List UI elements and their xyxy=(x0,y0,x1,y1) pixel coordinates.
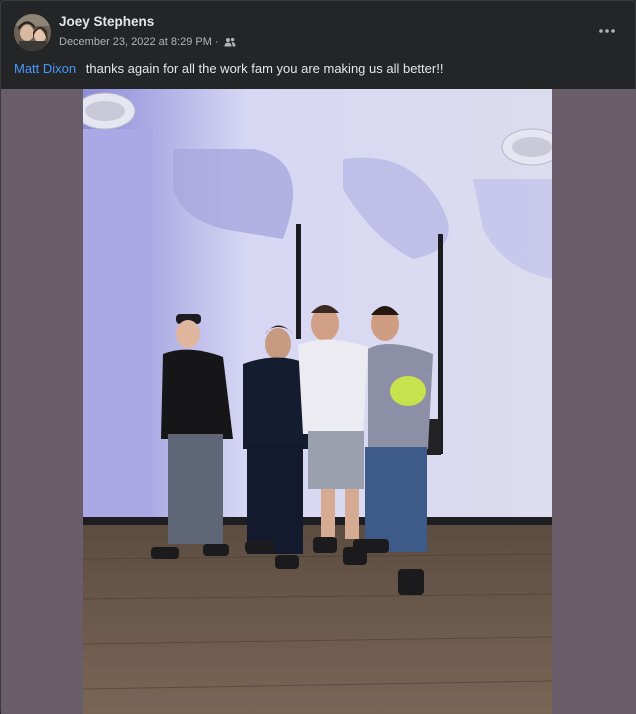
post-meta: December 23, 2022 at 8:29 PM · xyxy=(59,36,236,48)
mentioned-user-link[interactable]: Matt Dixon xyxy=(14,61,76,76)
more-options-button[interactable] xyxy=(595,19,619,43)
meta-separator: · xyxy=(214,36,219,48)
post-header: Joey Stephens December 23, 2022 at 8:29 … xyxy=(1,1,636,57)
author-avatar[interactable] xyxy=(14,14,51,51)
friends-icon[interactable] xyxy=(224,37,236,47)
author-name[interactable]: Joey Stephens xyxy=(59,14,154,29)
post-media xyxy=(1,89,636,714)
post-photo[interactable] xyxy=(83,89,552,714)
more-options-icon xyxy=(599,29,615,33)
facebook-post: Joey Stephens December 23, 2022 at 8:29 … xyxy=(0,0,636,714)
post-timestamp[interactable]: December 23, 2022 at 8:29 PM xyxy=(59,36,212,48)
post-caption: Matt Dixon thanks again for all the work… xyxy=(14,61,443,76)
person-2 xyxy=(243,325,308,569)
avatar-image xyxy=(14,14,51,51)
post-message: thanks again for all the work fam you ar… xyxy=(85,61,444,76)
